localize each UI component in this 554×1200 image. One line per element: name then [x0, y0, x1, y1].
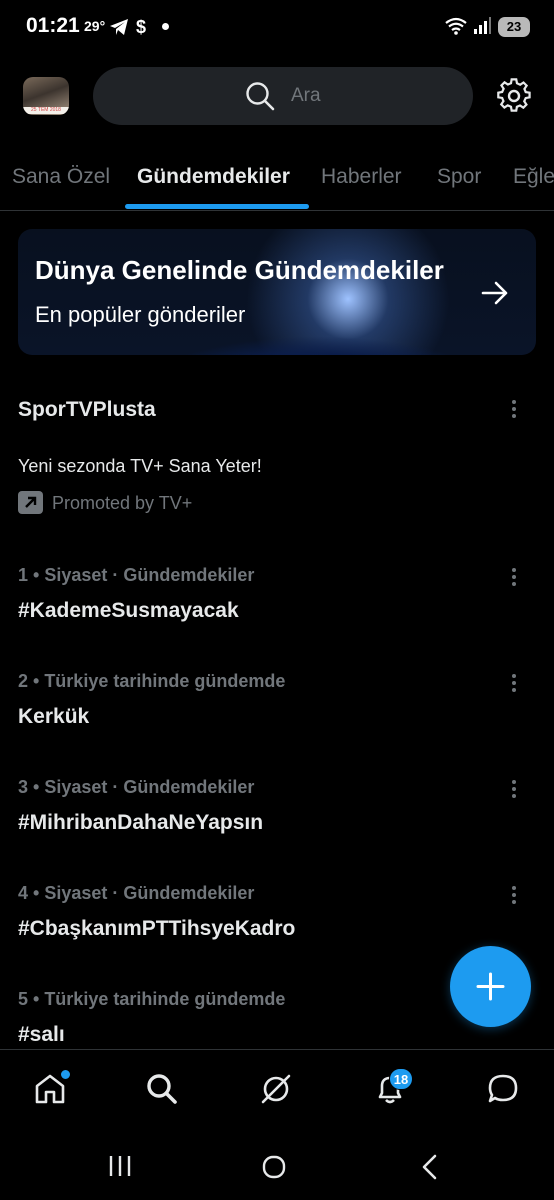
search-bar[interactable]: Ara — [93, 67, 473, 125]
more-options-icon[interactable] — [510, 568, 518, 589]
tab-sana-ozel[interactable]: Sana Özel — [12, 165, 110, 189]
wifi-icon — [445, 17, 467, 35]
search-icon — [246, 82, 275, 111]
compose-button[interactable] — [450, 946, 531, 1027]
tab-gundemdekiler[interactable]: Gündemdekiler — [137, 165, 290, 189]
trend-title: #CbaşkanımPTTihsyeKadro — [18, 917, 296, 940]
trend-title: Kerkük — [18, 705, 90, 728]
more-options-icon[interactable] — [510, 886, 518, 907]
home-button-icon[interactable] — [262, 1155, 286, 1179]
search-placeholder: Ara — [291, 85, 321, 106]
trend-meta: 1 • Siyaset · Gündemdekiler — [18, 565, 255, 585]
status-bar: 01:21 29° $ 23 — [0, 0, 554, 56]
tab-spor[interactable]: Spor — [437, 165, 481, 189]
bottom-navigation — [0, 1049, 554, 1131]
trend-meta: 4 • Siyaset · Gündemdekiler — [18, 883, 255, 903]
gear-icon[interactable] — [496, 78, 532, 114]
explore-tabs: Sana Özel Gündemdekiler Haberler Spor Eğ… — [0, 145, 554, 211]
recent-apps-icon[interactable] — [108, 1155, 132, 1177]
status-time: 01:21 — [26, 14, 80, 37]
notifications-badge: 18 — [389, 1068, 413, 1090]
trend-item[interactable]: 3 • Siyaset · Gündemdekiler #MihribanDah… — [18, 777, 536, 835]
trending-banner[interactable]: Dünya Genelinde Gündemdekiler En popüler… — [18, 229, 536, 355]
promoted-icon — [18, 491, 43, 514]
status-temperature: 29° — [84, 18, 106, 34]
notification-dot-icon — [162, 23, 169, 30]
more-options-icon[interactable] — [510, 780, 518, 801]
plus-icon — [476, 972, 505, 1001]
more-options-icon[interactable] — [510, 674, 518, 695]
avatar-caption: 25 TEM 2018 — [23, 107, 69, 114]
trend-meta: 3 • Siyaset · Gündemdekiler — [18, 777, 255, 797]
trend-item[interactable]: 2 • Türkiye tarihinde gündemde Kerkük — [18, 671, 536, 729]
avatar[interactable]: 25 TEM 2018 — [23, 77, 69, 115]
trend-title: #salı — [18, 1023, 65, 1046]
back-icon[interactable] — [420, 1154, 438, 1180]
system-navigation — [0, 1131, 554, 1200]
trend-meta: 2 • Türkiye tarihinde gündemde — [18, 671, 286, 691]
dollar-icon: $ — [136, 17, 146, 37]
active-tab-indicator — [125, 204, 309, 209]
svg-text:$: $ — [136, 17, 146, 37]
tab-haberler[interactable]: Haberler — [321, 165, 402, 189]
more-options-icon[interactable] — [510, 400, 518, 421]
tab-eglence[interactable]: Eğle — [513, 165, 554, 189]
telegram-icon — [110, 19, 128, 35]
search-icon[interactable] — [145, 1072, 179, 1106]
banner-subtitle: En popüler gönderiler — [35, 302, 246, 327]
home-unread-dot — [60, 1069, 71, 1080]
trend-title: #MihribanDahaNeYapsın — [18, 811, 264, 834]
arrow-right-icon — [481, 281, 508, 305]
banner-title: Dünya Genelinde Gündemdekiler — [35, 255, 444, 285]
promoted-account-name[interactable]: SporTVPlusta — [18, 398, 156, 422]
promoted-text[interactable]: Yeni sezonda TV+ Sana Yeter! — [18, 456, 262, 477]
trend-item[interactable]: 4 • Siyaset · Gündemdekiler #CbaşkanımPT… — [18, 883, 536, 941]
signal-icon — [474, 17, 491, 34]
grok-icon[interactable] — [259, 1072, 293, 1106]
trend-title: #KademeSusmayacak — [18, 599, 239, 622]
trend-item[interactable]: 1 • Siyaset · Gündemdekiler #KademeSusma… — [18, 565, 536, 623]
message-icon[interactable] — [486, 1072, 520, 1106]
promoted-by-label: Promoted by TV+ — [52, 493, 193, 513]
battery-level: 23 — [498, 17, 530, 37]
